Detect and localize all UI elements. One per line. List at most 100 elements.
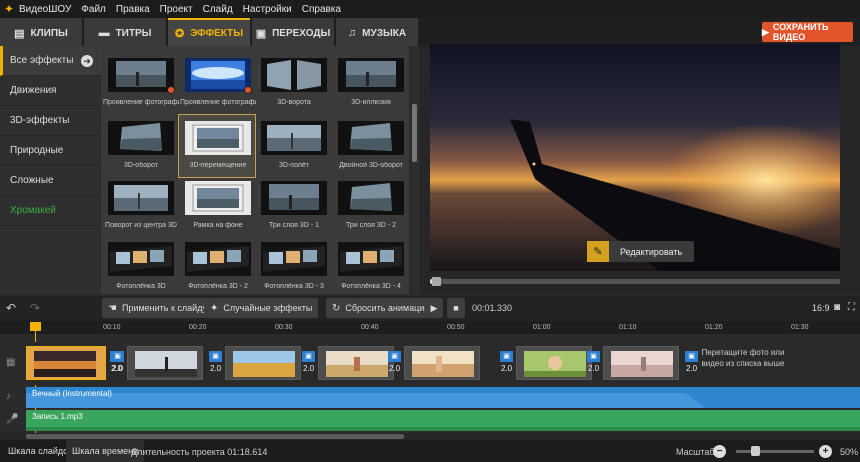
- slide-clip[interactable]: [603, 346, 679, 380]
- apply-to-slide-button[interactable]: ☚ Применить к слайду: [102, 298, 213, 318]
- effect-label: Три слоя 3D - 2: [346, 222, 396, 229]
- scrollbar-thumb[interactable]: [412, 104, 417, 162]
- ruler-tick-label: 00:10: [103, 324, 121, 331]
- effect-thumbnail[interactable]: Поворот из центра 3D: [103, 181, 179, 229]
- zoom-out-button[interactable]: −: [713, 445, 726, 458]
- voice-track-name: Запись 1.mp3: [32, 412, 83, 421]
- effect-label: Проявление фотографии...: [103, 99, 179, 106]
- preview-progress-bar[interactable]: [430, 277, 840, 286]
- effect-label: Три слоя 3D - 1: [269, 222, 319, 229]
- random-effects-button[interactable]: ✦ Случайные эффекты: [204, 298, 319, 318]
- transition-block[interactable]: ▣ 2.0: [587, 351, 600, 375]
- transition-duration: 2.0: [685, 364, 698, 373]
- fullscreen-icon[interactable]: ⛶: [848, 302, 855, 313]
- effect-preview-image: [261, 58, 327, 92]
- effect-thumbnail[interactable]: 3D-ворота: [256, 58, 332, 106]
- transition-icon: ▣: [685, 351, 698, 362]
- snapshot-icon[interactable]: ◙: [834, 302, 840, 313]
- ruler-tick-label: 00:50: [447, 324, 465, 331]
- effect-thumbnail[interactable]: Проявление фотографии...: [103, 58, 179, 106]
- tab-music[interactable]: ♫ МУЗЫКА: [336, 18, 418, 46]
- effect-thumbnail[interactable]: Проявление фотографии...: [180, 58, 256, 106]
- effects-scrollbar[interactable]: [411, 46, 419, 294]
- stop-button[interactable]: ■: [447, 298, 465, 318]
- app-name: ВидеоШОУ: [19, 3, 72, 15]
- timeline-scrollbar-thumb[interactable]: [26, 434, 404, 439]
- play-button[interactable]: ▶: [425, 298, 443, 318]
- menu-bar: ✦ ВидеоШОУ Файл Правка Проект Слайд Наст…: [0, 0, 860, 18]
- redo-icon[interactable]: ↷: [30, 301, 40, 315]
- effect-preview-image: [185, 181, 251, 215]
- menu-project[interactable]: Проект: [160, 4, 193, 15]
- playhead-marker[interactable]: [30, 322, 41, 331]
- zoom-slider[interactable]: [736, 450, 814, 453]
- music-icon: ♫: [347, 27, 357, 39]
- slide-clip[interactable]: [318, 346, 394, 380]
- sidebar-item-3d-effects[interactable]: 3D-эффекты: [0, 106, 101, 136]
- sidebar-item-chromakey[interactable]: Хромакей: [0, 196, 101, 226]
- save-video-button[interactable]: ▶ СОХРАНИТЬ ВИДЕО: [762, 22, 853, 42]
- tab-effects[interactable]: ✪ ЭФФЕКТЫ: [168, 18, 250, 46]
- effect-label: 3D-иллюзия: [351, 99, 391, 106]
- slide-clip[interactable]: [516, 346, 592, 380]
- main-tabs: ▤ КЛИПЫ ▬ ТИТРЫ ✪ ЭФФЕКТЫ ▣ ПЕРЕХОДЫ ♫ МУЗЫКА: [0, 18, 420, 46]
- effects-icon: ✪: [174, 27, 185, 40]
- slide-clip[interactable]: [404, 346, 480, 380]
- effect-thumbnail[interactable]: Двойной 3D-оборот: [333, 121, 409, 169]
- timeline-scrollbar[interactable]: [0, 433, 860, 440]
- zoom-slider-handle[interactable]: [751, 446, 760, 456]
- menu-edit[interactable]: Правка: [116, 4, 150, 15]
- effect-thumbnail[interactable]: Фотоплёнка 3D - 4: [333, 242, 409, 290]
- sidebar-item-motions[interactable]: Движения: [0, 76, 101, 106]
- timeline-ruler[interactable]: [0, 321, 860, 334]
- effect-thumbnail[interactable]: Фотоплёнка 3D - 2: [180, 242, 256, 290]
- zoom-in-button[interactable]: +: [819, 445, 832, 458]
- tab-clips[interactable]: ▤ КЛИПЫ: [0, 18, 82, 46]
- undo-icon[interactable]: ↶: [6, 301, 16, 315]
- aspect-ratio-selector[interactable]: 16:9: [812, 303, 830, 313]
- tab-titles[interactable]: ▬ ТИТРЫ: [84, 18, 166, 46]
- effect-label: Поворот из центра 3D: [105, 222, 177, 229]
- ruler-tick-label: 01:00: [533, 324, 551, 331]
- sidebar-item-label: Движения: [10, 85, 57, 96]
- transition-block[interactable]: ▣ 2.0: [685, 351, 698, 375]
- effect-thumbnail[interactable]: Три слоя 3D - 1: [256, 181, 332, 229]
- music-track[interactable]: Вечный (Instrumental): [26, 387, 860, 408]
- effects-category-sidebar: Все эффекты ➜ Движения 3D-эффекты Природ…: [0, 46, 101, 294]
- stop-icon: ■: [453, 303, 459, 313]
- effect-thumbnail[interactable]: 3D-полёт: [256, 121, 332, 169]
- effect-thumbnail[interactable]: 3D-перемещение: [180, 121, 256, 169]
- progress-handle[interactable]: [432, 277, 441, 286]
- menu-file[interactable]: Файл: [81, 4, 106, 15]
- reset-animation-button[interactable]: ↻ Сбросить анимацию: [326, 298, 438, 318]
- pencil-icon: ✎: [587, 241, 609, 262]
- slide-clip[interactable]: [127, 346, 203, 380]
- slide-clip[interactable]: [225, 346, 301, 380]
- video-preview: [430, 44, 840, 271]
- menu-slide[interactable]: Слайд: [203, 4, 233, 15]
- slide-clip[interactable]: [26, 346, 106, 380]
- voice-track[interactable]: Запись 1.mp3: [26, 410, 860, 431]
- transition-block[interactable]: ▣ 2.0: [388, 351, 401, 375]
- sidebar-item-all-effects[interactable]: Все эффекты ➜: [0, 46, 101, 76]
- music-waveform: [26, 393, 706, 408]
- sidebar-item-complex[interactable]: Сложные: [0, 166, 101, 196]
- sidebar-item-natural[interactable]: Природные: [0, 136, 101, 166]
- effect-thumbnail[interactable]: Рамка на фоне: [180, 181, 256, 229]
- transition-icon: ▣: [111, 351, 124, 362]
- transition-block[interactable]: ▣ 2.0: [209, 351, 222, 375]
- menu-help[interactable]: Справка: [302, 4, 341, 15]
- effect-thumbnail[interactable]: Три слоя 3D - 2: [333, 181, 409, 229]
- project-duration: Длительность проекта 01:18.614: [131, 447, 268, 457]
- tab-label: ЭФФЕКТЫ: [190, 27, 244, 39]
- effect-thumbnail[interactable]: Фотоплёнка 3D: [103, 242, 179, 290]
- effect-thumbnail[interactable]: Фотоплёнка 3D - 3: [256, 242, 332, 290]
- effect-thumbnail[interactable]: 3D-оборот: [103, 121, 179, 169]
- transition-block[interactable]: ▣ 2.0: [500, 351, 513, 375]
- menu-settings[interactable]: Настройки: [243, 4, 292, 15]
- tab-transitions[interactable]: ▣ ПЕРЕХОДЫ: [252, 18, 334, 46]
- effect-thumbnail[interactable]: 3D-иллюзия: [333, 58, 409, 106]
- transition-block[interactable]: ▣ 2.0: [302, 351, 315, 375]
- transition-block[interactable]: ▣ 2.0: [111, 351, 124, 375]
- edit-button[interactable]: ✎ Редактировать: [587, 241, 694, 262]
